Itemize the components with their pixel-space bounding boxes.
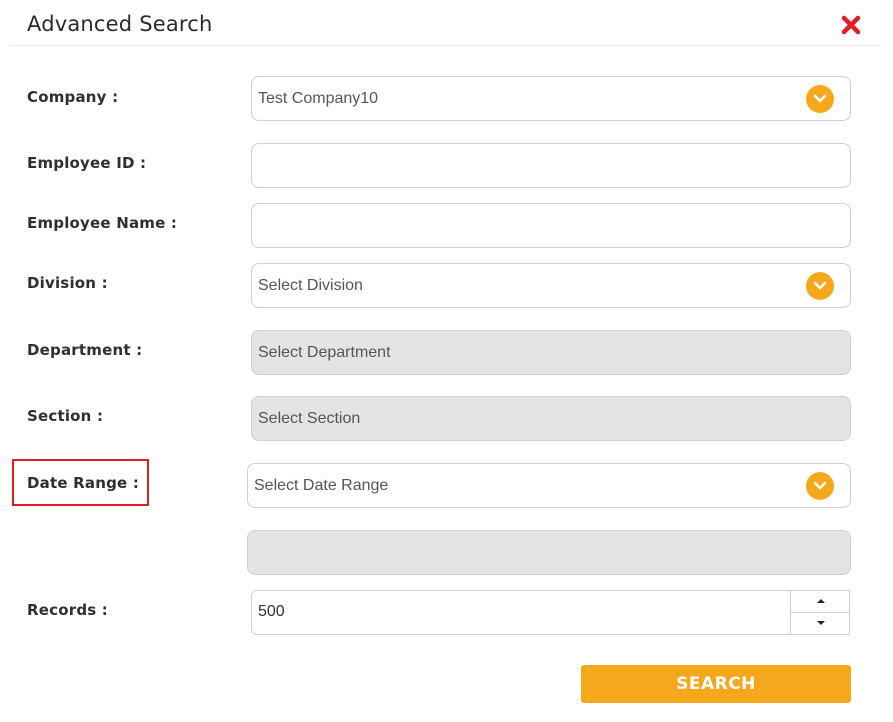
department-label: Department : (27, 341, 143, 359)
company-select-value: Test Company10 (258, 89, 379, 107)
search-button[interactable]: SEARCH (581, 665, 851, 703)
records-decrement-button[interactable] (791, 612, 850, 634)
header-divider (10, 45, 881, 46)
chevron-down-icon (806, 271, 834, 300)
close-button[interactable] (840, 14, 862, 36)
department-select-value: Select Department (258, 343, 391, 361)
employee-name-label: Employee Name : (27, 214, 178, 232)
division-select-value: Select Division (258, 276, 363, 294)
dialog-title: Advanced Search (27, 12, 213, 36)
records-spinner (790, 590, 850, 635)
date-range-select[interactable]: Select Date Range (247, 463, 851, 508)
chevron-down-icon (806, 84, 834, 113)
date-range-label: Date Range : (27, 474, 140, 492)
division-label: Division : (27, 274, 108, 292)
division-select[interactable]: Select Division (251, 263, 851, 308)
employee-name-input[interactable] (251, 203, 851, 248)
company-label: Company : (27, 88, 119, 106)
section-select-value: Select Section (258, 409, 361, 427)
company-select[interactable]: Test Company10 (251, 76, 851, 121)
records-value: 500 (258, 603, 285, 620)
close-icon (841, 15, 861, 35)
caret-down-icon (816, 621, 825, 625)
records-label: Records : (27, 601, 109, 619)
caret-up-icon (816, 599, 825, 603)
records-increment-button[interactable] (791, 590, 850, 613)
section-label: Section : (27, 407, 104, 425)
section-select: Select Section (251, 396, 851, 441)
employee-id-input[interactable] (251, 143, 851, 188)
records-stepper[interactable]: 500 (251, 590, 850, 635)
employee-id-label: Employee ID : (27, 154, 147, 172)
date-range-select-value: Select Date Range (254, 476, 389, 494)
department-select: Select Department (251, 330, 851, 375)
chevron-down-icon (806, 471, 834, 500)
date-range-value-field (247, 530, 851, 575)
